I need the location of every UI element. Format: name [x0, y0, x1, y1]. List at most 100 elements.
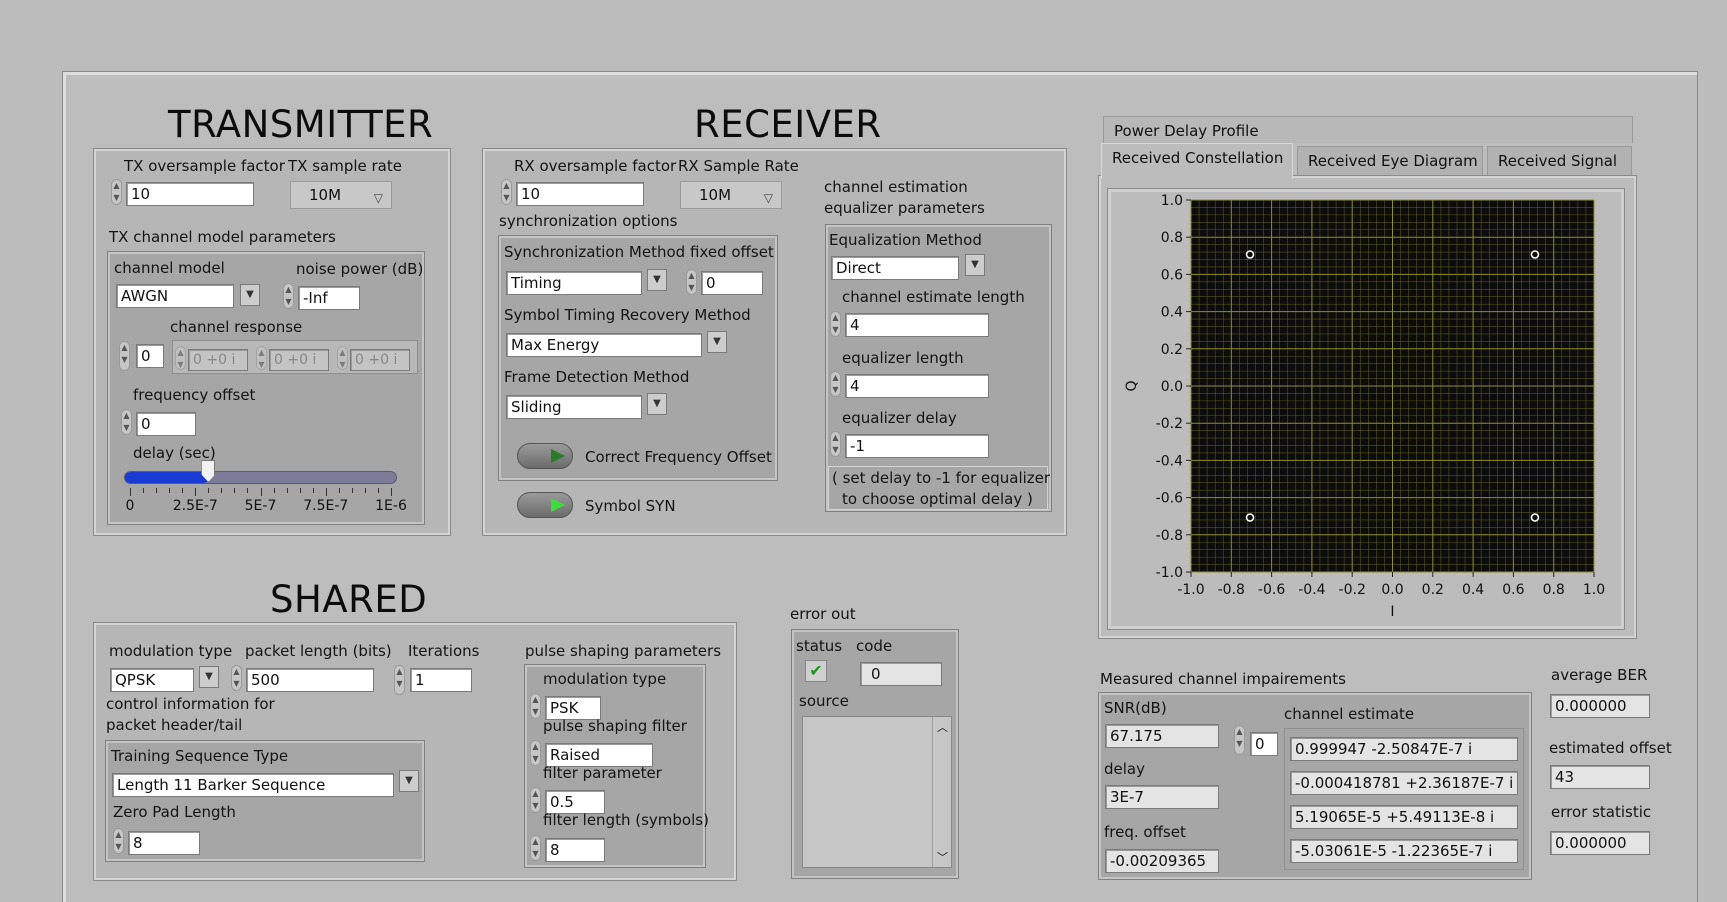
constellation-point — [1245, 513, 1255, 522]
slider-tick — [247, 488, 249, 493]
error-code-label: code — [856, 637, 893, 655]
channel-estimate-element-2: -0.000418781 +2.36187E-7 i — [1290, 771, 1518, 795]
sync-method-dropdown-icon[interactable]: ▼ — [647, 269, 667, 291]
symbol-timing-dropdown-icon[interactable]: ▼ — [707, 331, 727, 353]
measured-label: Measured channel impairements — [1100, 670, 1346, 688]
zero-pad-spinner[interactable]: ▲ ▼ — [113, 828, 124, 854]
eq-len-input[interactable]: 4 — [845, 374, 989, 398]
freq-offset-value: -0.00209365 — [1105, 849, 1219, 873]
error-code-value: 0 — [860, 662, 942, 686]
channel-response-index[interactable]: 0 — [136, 344, 164, 368]
training-type-dropdown-icon[interactable]: ▼ — [399, 770, 419, 792]
filter-param-spinner[interactable]: ▲ ▼ — [530, 787, 541, 813]
x-tick-label: -0.4 — [1298, 582, 1325, 598]
tab-power-delay-profile-label: Power Delay Profile — [1114, 122, 1259, 140]
channel-estimate-element-3: 5.19065E-5 +5.49113E-8 i — [1290, 805, 1518, 829]
chevron-down-icon: ▽ — [763, 191, 773, 205]
channel-estimate-index-spinner[interactable]: ▲ ▼ — [1234, 725, 1245, 755]
rx-oversample-spinner[interactable]: ▲ ▼ — [501, 179, 512, 205]
channel-response-index-spinner[interactable]: ▲ ▼ — [119, 341, 130, 371]
x-tick-label: 1.0 — [1583, 582, 1605, 598]
x-tick-label: -0.8 — [1218, 582, 1245, 598]
fixed-offset-spinner[interactable]: ▲ ▼ — [686, 269, 697, 295]
modulation-type-select[interactable]: QPSK — [110, 668, 194, 692]
tx-oversample-input[interactable]: 10 — [126, 182, 254, 206]
tx-sample-rate-select[interactable]: 10M ▽ — [290, 181, 392, 209]
pulse-filter-label: pulse shaping filter — [543, 717, 687, 735]
slider-tick — [260, 488, 262, 496]
filter-length-label: filter length (symbols) — [543, 811, 709, 829]
channel-response-element-2[interactable]: 0 +0 i — [269, 349, 329, 371]
fixed-offset-label: fixed offset — [690, 243, 774, 261]
y-axis-label: Q — [1124, 380, 1140, 391]
modulation-type-label: modulation type — [109, 642, 233, 660]
eq-delay-input[interactable]: -1 — [845, 434, 989, 458]
eq-method-dropdown-icon[interactable]: ▼ — [965, 254, 985, 276]
channel-model-dropdown-icon[interactable]: ▼ — [240, 284, 260, 306]
tx-sample-rate-label: TX sample rate — [288, 157, 402, 175]
frame-detection-select[interactable]: Sliding — [506, 395, 642, 419]
error-source-scrollbar[interactable]: ︿ ﹀ — [932, 717, 951, 867]
eq-method-select[interactable]: Direct — [831, 256, 959, 280]
rx-oversample-input[interactable]: 10 — [516, 182, 644, 206]
sync-method-select[interactable]: Timing — [506, 271, 642, 295]
scroll-down-icon[interactable]: ﹀ — [937, 849, 948, 865]
training-type-select[interactable]: Length 11 Barker Sequence — [112, 773, 394, 797]
eq-len-spinner[interactable]: ▲ ▼ — [830, 371, 841, 397]
tab-received-eye-diagram[interactable]: Received Eye Diagram — [1297, 146, 1483, 176]
delay-label: delay (sec) — [133, 444, 216, 462]
channel-estimate-index[interactable]: 0 — [1250, 732, 1278, 756]
channel-response-element-1[interactable]: 0 +0 i — [188, 349, 248, 371]
eq-delay-spinner[interactable]: ▲ ▼ — [830, 431, 841, 457]
delay-slider-track[interactable] — [124, 471, 397, 484]
frame-detection-dropdown-icon[interactable]: ▼ — [647, 393, 667, 415]
noise-power-input[interactable]: -Inf — [298, 286, 360, 310]
pulse-mod-type-spinner[interactable]: ▲ ▼ — [530, 693, 541, 719]
iterations-input[interactable]: 1 — [410, 668, 472, 692]
correct-frequency-offset-toggle[interactable] — [517, 443, 573, 469]
channel-model-select[interactable]: AWGN — [116, 284, 234, 308]
tab-received-signal[interactable]: Received Signal — [1487, 146, 1632, 176]
scroll-up-icon[interactable]: ︿ — [937, 719, 948, 735]
iterations-label: Iterations — [408, 642, 480, 660]
frequency-offset-spinner[interactable]: ▲ ▼ — [121, 409, 132, 435]
channel-response-element-3[interactable]: 0 +0 i — [350, 349, 410, 371]
slider-tick — [143, 488, 145, 493]
packet-length-input[interactable]: 500 — [246, 668, 374, 692]
rx-sample-rate-select[interactable]: 10M ▽ — [680, 181, 782, 209]
tab-received-constellation[interactable]: Received Constellation — [1101, 143, 1293, 179]
chan-est-len-input[interactable]: 4 — [845, 313, 989, 337]
channel-response-spinner-1[interactable]: ▲ ▼ — [175, 346, 186, 370]
zero-pad-input[interactable]: 8 — [128, 831, 200, 855]
noise-power-spinner[interactable]: ▲ ▼ — [283, 283, 294, 309]
error-stat-label: error statistic — [1551, 803, 1652, 821]
frequency-offset-input[interactable]: 0 — [136, 412, 196, 436]
tab-power-delay-profile[interactable]: Power Delay Profile — [1103, 116, 1633, 143]
zero-pad-label: Zero Pad Length — [113, 803, 236, 821]
channel-response-spinner-2[interactable]: ▲ ▼ — [256, 346, 267, 370]
modulation-type-dropdown-icon[interactable]: ▼ — [199, 666, 219, 688]
delay-slider-fill — [125, 472, 210, 483]
rx-sample-rate-label: RX Sample Rate — [678, 157, 799, 175]
tx-oversample-spinner[interactable]: ▲ ▼ — [111, 179, 122, 205]
chan-est-len-spinner[interactable]: ▲ ▼ — [830, 311, 841, 337]
slider-tick — [221, 488, 223, 493]
slider-tick-label: 0 — [125, 498, 135, 514]
snr-value: 67.175 — [1105, 724, 1219, 748]
channel-response-spinner-3[interactable]: ▲ ▼ — [337, 346, 348, 370]
y-tick-label: 0.6 — [1161, 267, 1183, 283]
iterations-spinner[interactable]: ▲ ▼ — [394, 665, 405, 695]
error-source-textbox[interactable] — [802, 716, 952, 868]
chevron-down-icon: ▽ — [373, 191, 383, 205]
packet-length-spinner[interactable]: ▲ ▼ — [231, 665, 242, 691]
chan-est-label-2: equalizer parameters — [824, 199, 985, 217]
slider-tick — [156, 488, 158, 493]
pulse-filter-spinner[interactable]: ▲ ▼ — [530, 740, 541, 766]
symbol-syn-toggle[interactable] — [517, 492, 573, 518]
constellation-point — [1245, 250, 1255, 259]
x-tick-label: 0.2 — [1422, 582, 1444, 598]
filter-length-spinner[interactable]: ▲ ▼ — [530, 835, 541, 861]
symbol-timing-select[interactable]: Max Energy — [506, 333, 702, 357]
fixed-offset-input[interactable]: 0 — [701, 271, 763, 295]
filter-length-input[interactable]: 8 — [545, 838, 605, 862]
